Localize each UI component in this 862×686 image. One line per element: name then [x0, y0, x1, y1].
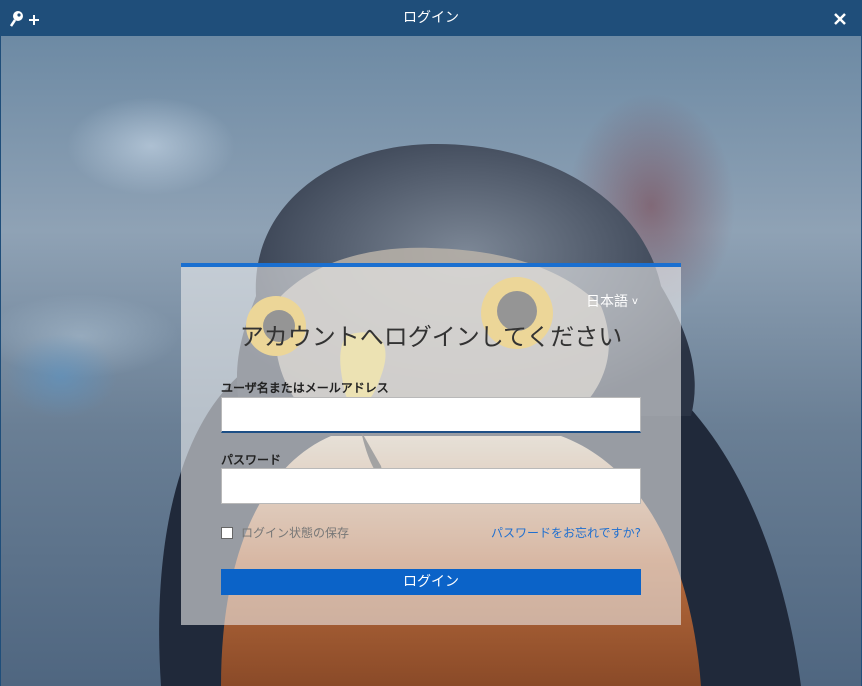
page-title: アカウントへログインしてください: [239, 323, 623, 351]
language-label: 日本語: [586, 294, 628, 310]
chevron-down-icon: v: [632, 296, 638, 307]
username-label: ユーザ名またはメールアドレス: [221, 381, 389, 395]
close-button[interactable]: [832, 11, 848, 27]
password-field[interactable]: [221, 468, 641, 504]
title-bar: ログイン: [0, 0, 862, 36]
language-selector[interactable]: 日本語 v: [586, 291, 638, 311]
forgot-password-link[interactable]: パスワードをお忘れですか?: [491, 524, 641, 541]
username-field[interactable]: [221, 397, 641, 433]
login-panel: 日本語 v アカウントへログインしてください ユーザ名またはメールアドレス パスワ…: [181, 263, 681, 625]
remember-checkbox[interactable]: [221, 526, 233, 539]
password-label: パスワード: [221, 453, 282, 467]
window-title: ログイン: [403, 10, 459, 26]
close-icon: [834, 13, 846, 25]
remember-label: ログイン状態の保存: [241, 526, 350, 540]
login-button[interactable]: ログイン: [221, 569, 641, 595]
remember-me[interactable]: ログイン状態の保存: [221, 524, 349, 541]
